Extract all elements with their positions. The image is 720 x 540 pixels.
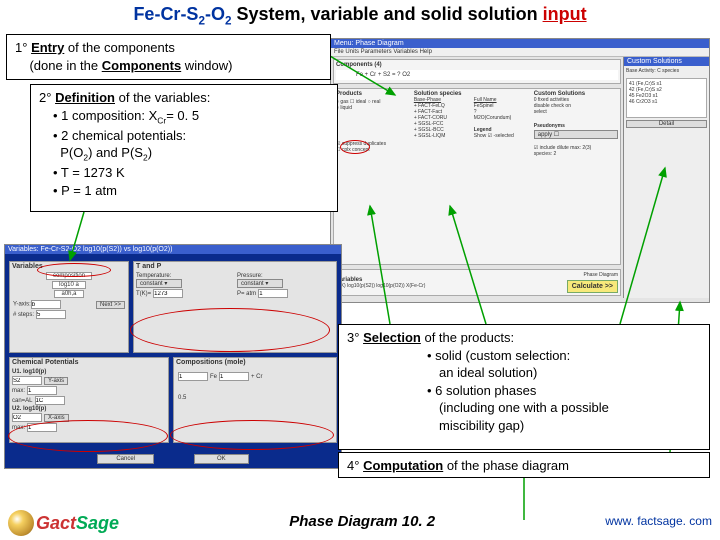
callout-4: 4° Computation of the phase diagram <box>338 452 710 478</box>
callout-1: 1° Entry of the components (done in the … <box>6 34 331 80</box>
callout-3: 3° Selection of the products: • solid (c… <box>338 324 710 450</box>
callout-2: 2° Definition of the variables: • 1 comp… <box>30 84 338 212</box>
